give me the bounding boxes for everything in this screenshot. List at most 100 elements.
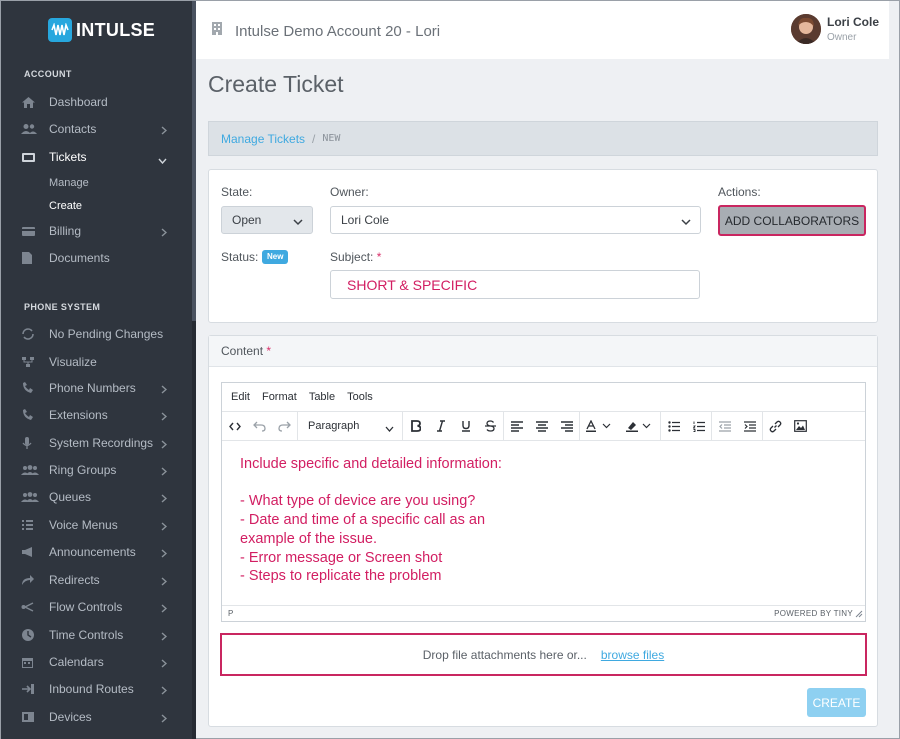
menu-edit[interactable]: Edit bbox=[231, 391, 250, 403]
link-icon[interactable] bbox=[763, 411, 788, 441]
undo-icon[interactable] bbox=[247, 411, 272, 441]
editor-toolbar: Paragraph bbox=[222, 411, 865, 441]
drop-zone-text: Drop file attachments here or... bbox=[422, 647, 587, 662]
block-format-select[interactable]: Paragraph bbox=[298, 411, 402, 441]
sidebar-item-visualize[interactable]: Visualize bbox=[21, 351, 171, 373]
align-center-icon[interactable] bbox=[529, 411, 554, 441]
align-right-icon[interactable] bbox=[554, 411, 579, 441]
device-icon bbox=[21, 710, 39, 724]
required-mark: * bbox=[266, 344, 272, 358]
clock-icon bbox=[21, 628, 39, 642]
content-label: Content bbox=[221, 344, 264, 358]
account-name: Intulse Demo Account 20 - Lori bbox=[235, 22, 441, 40]
bullet-list-icon[interactable] bbox=[661, 411, 686, 441]
menu-table[interactable]: Table bbox=[309, 391, 335, 403]
building-icon bbox=[211, 21, 223, 41]
status-badge: New bbox=[262, 250, 289, 264]
menu-tools[interactable]: Tools bbox=[347, 391, 373, 403]
file-drop-zone[interactable]: Drop file attachments here or... browse … bbox=[220, 633, 867, 676]
brand-logo[interactable]: INTULSE bbox=[48, 17, 155, 43]
chevron-right-icon bbox=[161, 492, 168, 506]
strikethrough-icon[interactable] bbox=[478, 411, 503, 441]
user-menu[interactable]: Lori Cole Owner bbox=[790, 14, 879, 44]
phone-hash-icon bbox=[21, 381, 39, 395]
image-icon[interactable] bbox=[788, 411, 813, 441]
underline-icon[interactable] bbox=[453, 411, 478, 441]
sidebar-item-calendars[interactable]: Calendars bbox=[21, 651, 171, 673]
state-select[interactable]: Open bbox=[221, 206, 313, 234]
card-icon bbox=[21, 224, 39, 238]
highlight-color-icon[interactable] bbox=[620, 411, 660, 441]
section-phone-system: PHONE SYSTEM bbox=[24, 302, 101, 312]
breadcrumb: Manage Tickets / NEW bbox=[208, 121, 878, 156]
microphone-icon bbox=[21, 436, 39, 450]
breadcrumb-manage-tickets[interactable]: Manage Tickets bbox=[221, 132, 305, 146]
sidebar-item-inbound-routes[interactable]: Inbound Routes bbox=[21, 678, 171, 700]
content-line: Include specific and detailed informatio… bbox=[240, 456, 502, 472]
sidebar-item-phone-numbers[interactable]: Phone Numbers bbox=[21, 377, 171, 399]
sidebar: INTULSE ACCOUNT Dashboard Contacts Ticke… bbox=[1, 1, 196, 739]
chevron-right-icon bbox=[161, 465, 168, 479]
sidebar-item-announcements[interactable]: Announcements bbox=[21, 541, 171, 563]
indent-icon[interactable] bbox=[737, 411, 762, 441]
list-icon bbox=[21, 518, 39, 532]
status-label: Status: bbox=[221, 250, 259, 264]
ticket-details-card: State: Open Owner: Lori Cole Actions: AD… bbox=[208, 169, 878, 323]
code-icon[interactable] bbox=[222, 411, 247, 441]
menu-format[interactable]: Format bbox=[262, 391, 297, 403]
chevron-right-icon bbox=[161, 410, 168, 424]
element-path[interactable]: P bbox=[228, 609, 233, 618]
sidebar-item-voice-menus[interactable]: Voice Menus bbox=[21, 514, 171, 536]
redo-icon[interactable] bbox=[272, 411, 297, 441]
resize-handle-icon[interactable] bbox=[855, 610, 863, 620]
sidebar-item-billing[interactable]: Billing bbox=[21, 220, 171, 242]
editor-content[interactable]: Include specific and detailed informatio… bbox=[222, 441, 865, 606]
sidebar-item-tickets[interactable]: Tickets bbox=[21, 146, 171, 168]
sidebar-scrollbar[interactable] bbox=[192, 1, 196, 739]
route-icon bbox=[21, 682, 39, 696]
chevron-right-icon bbox=[161, 630, 168, 644]
text-color-icon[interactable] bbox=[580, 411, 620, 441]
content-line: example of the issue. bbox=[240, 530, 378, 547]
powered-by-tiny[interactable]: POWERED BY TINY bbox=[774, 609, 853, 618]
content-card: Content * Edit Format Table Tools Paragr… bbox=[208, 335, 878, 727]
chevron-right-icon bbox=[161, 124, 168, 138]
browse-files-link[interactable]: browse files bbox=[601, 648, 664, 662]
redirect-icon bbox=[21, 573, 39, 587]
add-collaborators-button[interactable]: ADD COLLABORATORS bbox=[718, 205, 866, 236]
numbered-list-icon[interactable] bbox=[686, 411, 711, 441]
owner-label: Owner: bbox=[330, 185, 369, 199]
sidebar-subitem-manage[interactable]: Manage bbox=[49, 177, 89, 189]
content-line: - Steps to replicate the problem bbox=[240, 568, 442, 585]
sidebar-item-redirects[interactable]: Redirects bbox=[21, 569, 171, 591]
sidebar-item-contacts[interactable]: Contacts bbox=[21, 118, 171, 140]
chevron-right-icon bbox=[161, 226, 168, 240]
outdent-icon[interactable] bbox=[712, 411, 737, 441]
actions-label: Actions: bbox=[718, 185, 761, 199]
align-left-icon[interactable] bbox=[504, 411, 529, 441]
subject-input[interactable]: SHORT & SPECIFIC bbox=[330, 270, 700, 299]
extension-icon bbox=[21, 408, 39, 422]
owner-select[interactable]: Lori Cole bbox=[330, 206, 701, 234]
sidebar-item-pending-changes[interactable]: No Pending Changes bbox=[21, 323, 171, 345]
document-icon bbox=[21, 251, 39, 265]
account-switcher[interactable]: Intulse Demo Account 20 - Lori bbox=[211, 21, 440, 41]
sidebar-subitem-create[interactable]: Create bbox=[49, 200, 82, 212]
italic-icon[interactable] bbox=[428, 411, 453, 441]
sidebar-item-extensions[interactable]: Extensions bbox=[21, 404, 171, 426]
create-button[interactable]: CREATE bbox=[807, 688, 866, 717]
sidebar-item-documents[interactable]: Documents bbox=[21, 247, 171, 269]
sidebar-item-queues[interactable]: Queues bbox=[21, 486, 171, 508]
contacts-icon bbox=[21, 122, 39, 136]
bold-icon[interactable] bbox=[403, 411, 428, 441]
sidebar-item-ring-groups[interactable]: Ring Groups bbox=[21, 459, 171, 481]
sidebar-item-devices[interactable]: Devices bbox=[21, 706, 171, 728]
sidebar-item-dashboard[interactable]: Dashboard bbox=[21, 91, 171, 113]
content-line bbox=[240, 474, 847, 493]
sidebar-item-time-controls[interactable]: Time Controls bbox=[21, 624, 171, 646]
sidebar-item-system-recordings[interactable]: System Recordings bbox=[21, 432, 171, 454]
user-name: Lori Cole bbox=[826, 15, 879, 29]
required-mark: * bbox=[376, 250, 382, 264]
branch-icon bbox=[21, 600, 39, 614]
sidebar-item-flow-controls[interactable]: Flow Controls bbox=[21, 596, 171, 618]
